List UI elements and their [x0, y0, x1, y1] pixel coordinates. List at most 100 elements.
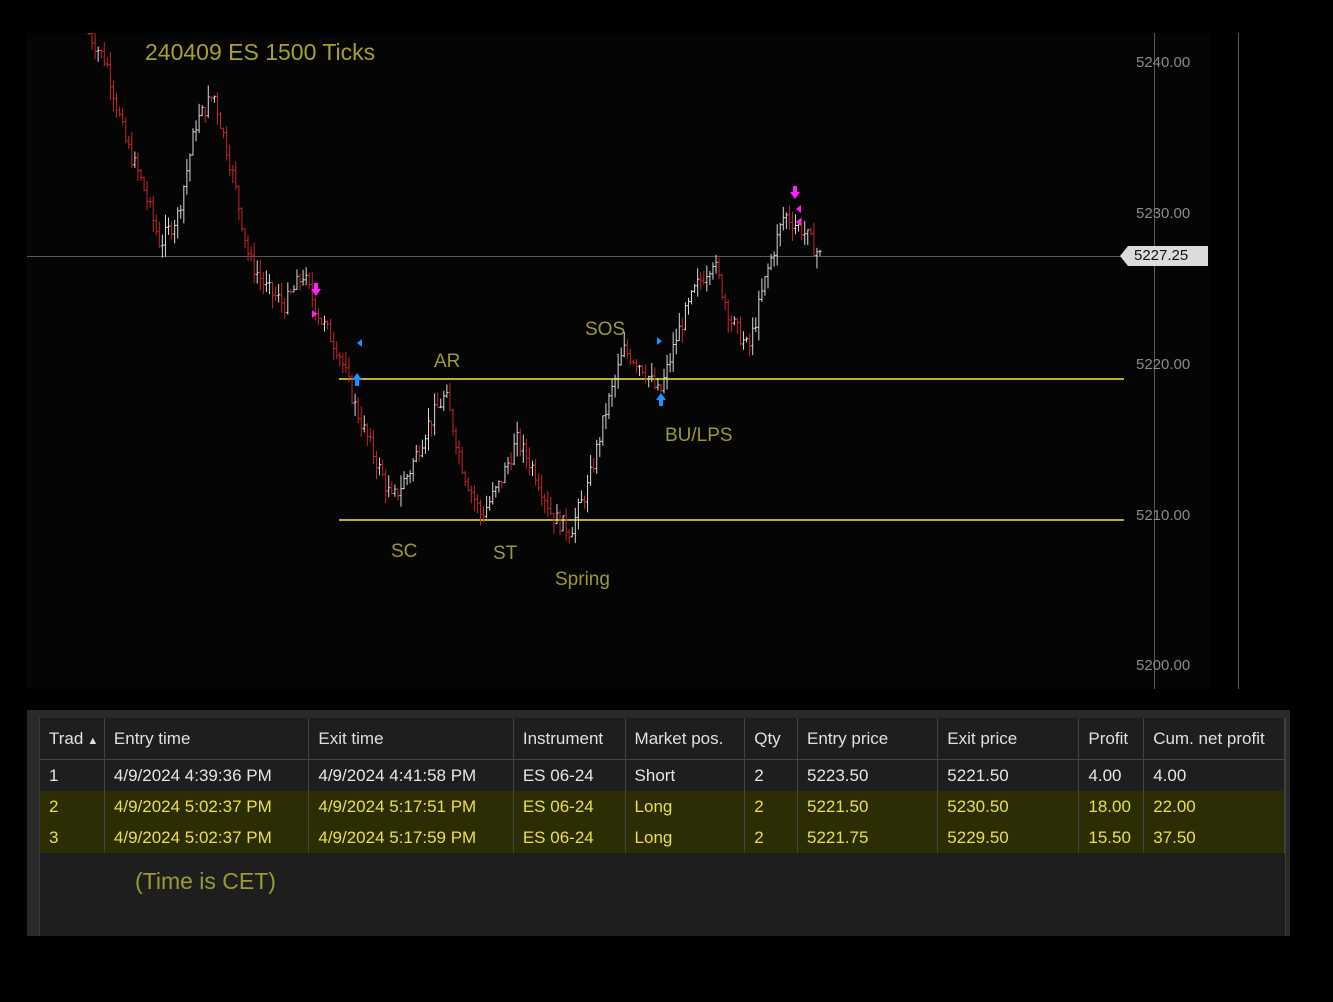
price-bar: [558, 510, 562, 535]
price-bar: [534, 459, 538, 486]
cell-entry-time: 4/9/2024 4:39:36 PM: [104, 759, 310, 791]
price-bar: [714, 254, 718, 274]
price-bar: [671, 332, 675, 372]
price-bar: [598, 437, 602, 457]
price-bar: [469, 485, 473, 504]
trade-markers: [311, 186, 801, 406]
price-bar: [754, 317, 758, 332]
price-bar: [430, 420, 434, 437]
price-bar: [549, 497, 553, 515]
price-bar: [732, 316, 736, 326]
cover-arrow-icon: [352, 373, 362, 386]
cell-instrument: ES 06-24: [513, 791, 626, 822]
cell-cum-net-profit: 22.00: [1143, 791, 1285, 822]
price-bar: [772, 251, 776, 267]
price-bar: [442, 390, 446, 411]
cell-trade-num: 3: [40, 822, 105, 853]
price-bar: [237, 185, 241, 221]
price-bar: [341, 353, 345, 374]
price-bar: [115, 92, 119, 118]
price-bar: [445, 384, 449, 398]
table-row[interactable]: 1 4/9/2024 4:39:36 PM 4/9/2024 4:41:58 P…: [40, 759, 1285, 791]
price-bar: [784, 212, 788, 230]
trades-panel: Trad ▲ Entry time Exit time Instrument Ma…: [27, 710, 1290, 936]
price-bar: [543, 493, 547, 514]
price-bar: [258, 259, 262, 291]
price-bar: [323, 315, 327, 332]
price-bar: [387, 475, 391, 498]
price-bar: [378, 457, 382, 476]
price-bar: [381, 459, 385, 476]
col-header-profit[interactable]: Profit: [1078, 718, 1145, 760]
label-spring: Spring: [555, 569, 610, 590]
price-bar: [794, 214, 798, 235]
price-bar: [812, 222, 816, 256]
price-bar: [375, 451, 379, 480]
price-bar: [616, 353, 620, 389]
price-bar: [390, 481, 394, 495]
price-bar: [222, 127, 226, 139]
price-bar: [803, 220, 807, 245]
price-bar: [760, 278, 764, 302]
price-bar: [595, 439, 599, 474]
col-header-exit-time[interactable]: Exit time: [308, 718, 514, 760]
table-row[interactable]: 3 4/9/2024 5:02:37 PM 4/9/2024 5:17:59 P…: [40, 822, 1285, 853]
cell-entry-time: 4/9/2024 5:02:37 PM: [104, 822, 310, 853]
col-header-instrument[interactable]: Instrument: [513, 718, 626, 760]
price-bar: [102, 42, 106, 67]
price-bar: [319, 317, 323, 325]
cell-exit-price: 5229.50: [937, 822, 1080, 853]
price-bar: [806, 229, 810, 245]
price-bar: [576, 498, 580, 530]
price-bar: [607, 392, 611, 420]
price-bar: [359, 406, 363, 438]
price-bar: [298, 273, 302, 291]
price-bar: [546, 490, 550, 518]
price-bar: [283, 297, 287, 319]
col-header-market-pos[interactable]: Market pos.: [625, 718, 746, 760]
col-header-entry-price[interactable]: Entry price: [797, 718, 939, 760]
col-header-qty[interactable]: Qty: [744, 718, 798, 760]
label-st: ST: [493, 543, 518, 564]
price-bar: [702, 270, 706, 285]
table-row[interactable]: 2 4/9/2024 5:02:37 PM 4/9/2024 5:17:51 P…: [40, 791, 1285, 822]
price-bar: [151, 195, 155, 232]
price-bar: [326, 320, 330, 330]
price-bar: [332, 331, 336, 360]
price-bar: [763, 276, 767, 296]
label-bu-lps: BU/LPS: [665, 425, 733, 446]
col-header-trade-label: Trad: [49, 728, 84, 748]
price-bar: [680, 317, 684, 343]
price-chart[interactable]: 240409 ES 1500 Ticks AR SOS BU/LPS SC ST…: [27, 33, 1239, 689]
trades-table: Trad ▲ Entry time Exit time Instrument Ma…: [40, 718, 1285, 853]
price-bar: [139, 168, 143, 181]
cell-entry-time: 4/9/2024 5:02:37 PM: [104, 791, 310, 822]
col-header-exit-price[interactable]: Exit price: [937, 718, 1080, 760]
trades-grid[interactable]: Trad ▲ Entry time Exit time Instrument Ma…: [39, 718, 1286, 936]
price-bar: [185, 158, 189, 195]
col-header-entry-time[interactable]: Entry time: [104, 718, 310, 760]
col-header-trade[interactable]: Trad ▲: [40, 718, 105, 760]
price-bar: [638, 364, 642, 377]
price-bar: [527, 447, 531, 476]
price-bar: [243, 228, 247, 249]
price-bar: [188, 153, 192, 182]
price-bar: [252, 242, 256, 284]
price-bar: [368, 428, 372, 442]
price-bar: [537, 473, 541, 492]
cell-instrument: ES 06-24: [513, 759, 626, 791]
price-bar: [766, 263, 770, 289]
price-bar: [289, 289, 293, 295]
price-bar: [274, 286, 278, 302]
cell-market-pos: Long: [625, 791, 746, 822]
col-header-cum-net-profit[interactable]: Cum. net profit: [1143, 718, 1285, 760]
price-bar: [742, 331, 746, 350]
price-bar: [647, 375, 651, 388]
cell-profit: 4.00: [1078, 759, 1145, 791]
price-bar: [503, 462, 507, 483]
price-tick: 5220.00: [1136, 356, 1191, 373]
price-bar: [644, 364, 648, 384]
cell-profit: 18.00: [1078, 791, 1145, 822]
label-sos: SOS: [585, 319, 626, 340]
price-bar: [362, 415, 366, 433]
